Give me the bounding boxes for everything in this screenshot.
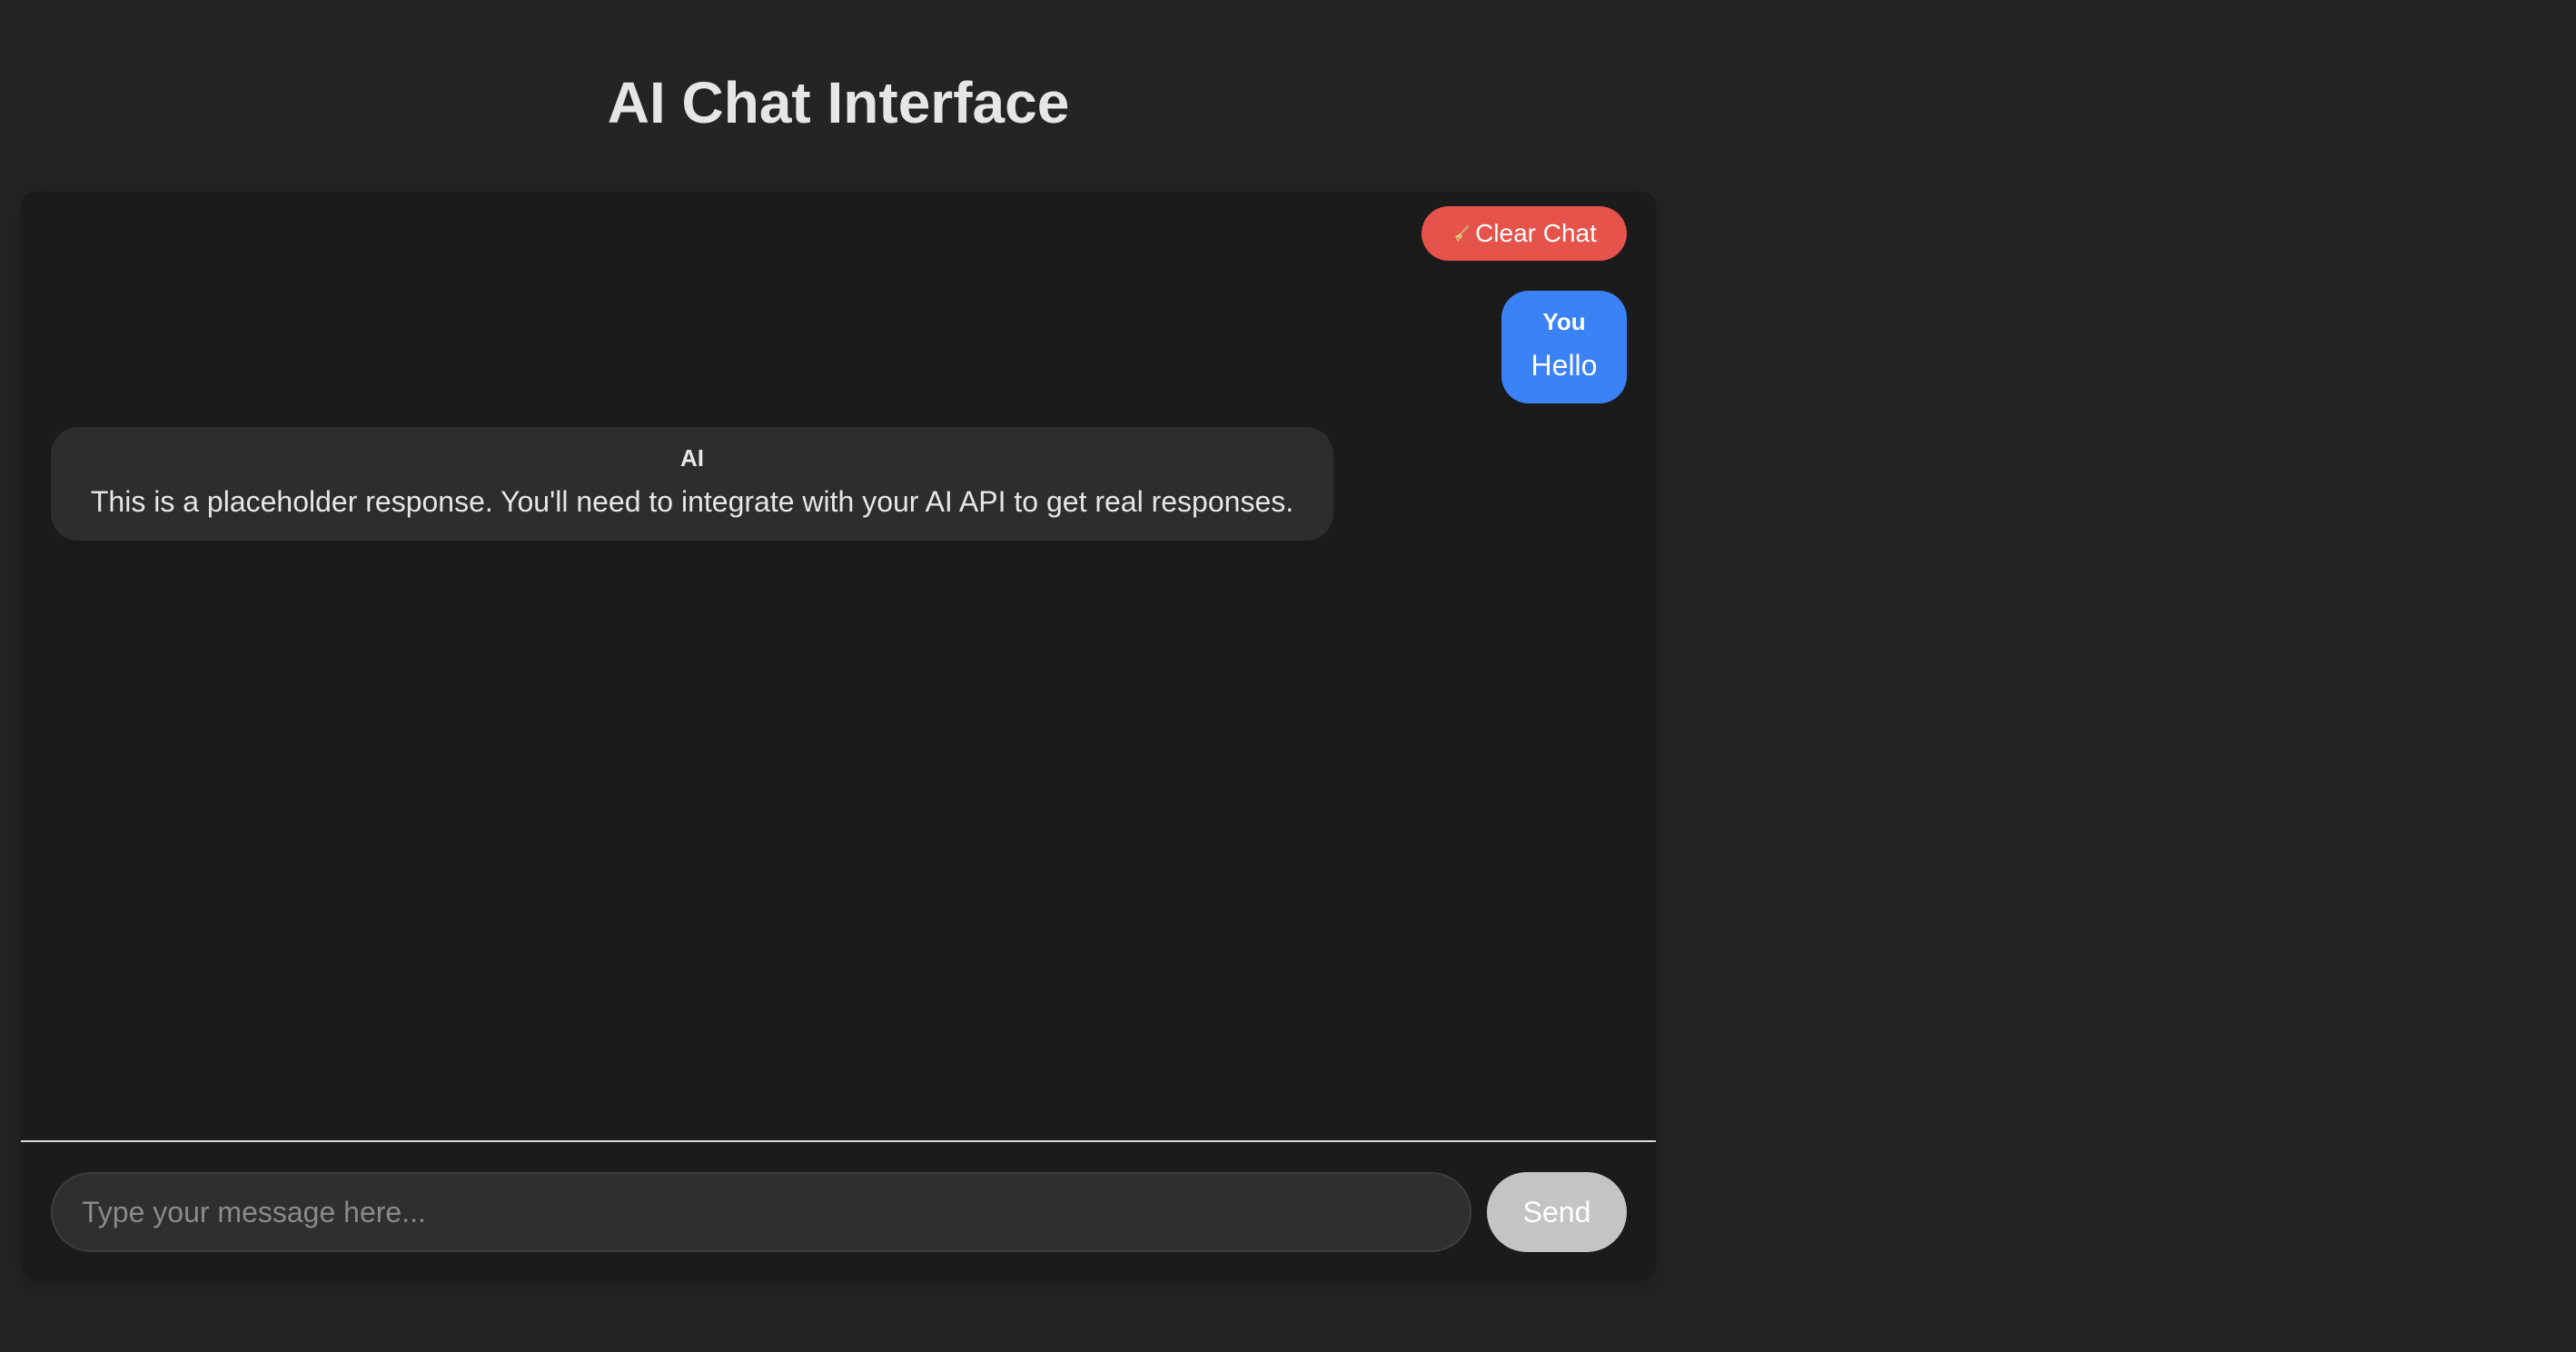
send-button[interactable]: Send — [1487, 1172, 1627, 1252]
broom-icon — [1451, 224, 1471, 244]
ai-message: AI This is a placeholder response. You'l… — [51, 427, 1333, 541]
message-sender: You — [1542, 308, 1586, 335]
message-input[interactable] — [51, 1172, 1471, 1252]
page-title: AI Chat Interface — [607, 70, 1070, 135]
composer: Send — [21, 1142, 1656, 1280]
clear-chat-label: Clear Chat — [1475, 219, 1597, 247]
message-text: This is a placeholder response. You'll n… — [90, 485, 1294, 518]
message-text: Hello — [1531, 349, 1598, 382]
user-message: You Hello — [1501, 291, 1627, 403]
message-sender: AI — [680, 444, 704, 472]
chat-container: Clear Chat You Hello AI This is a placeh… — [21, 192, 1656, 1280]
clear-chat-button[interactable]: Clear Chat — [1422, 206, 1627, 261]
